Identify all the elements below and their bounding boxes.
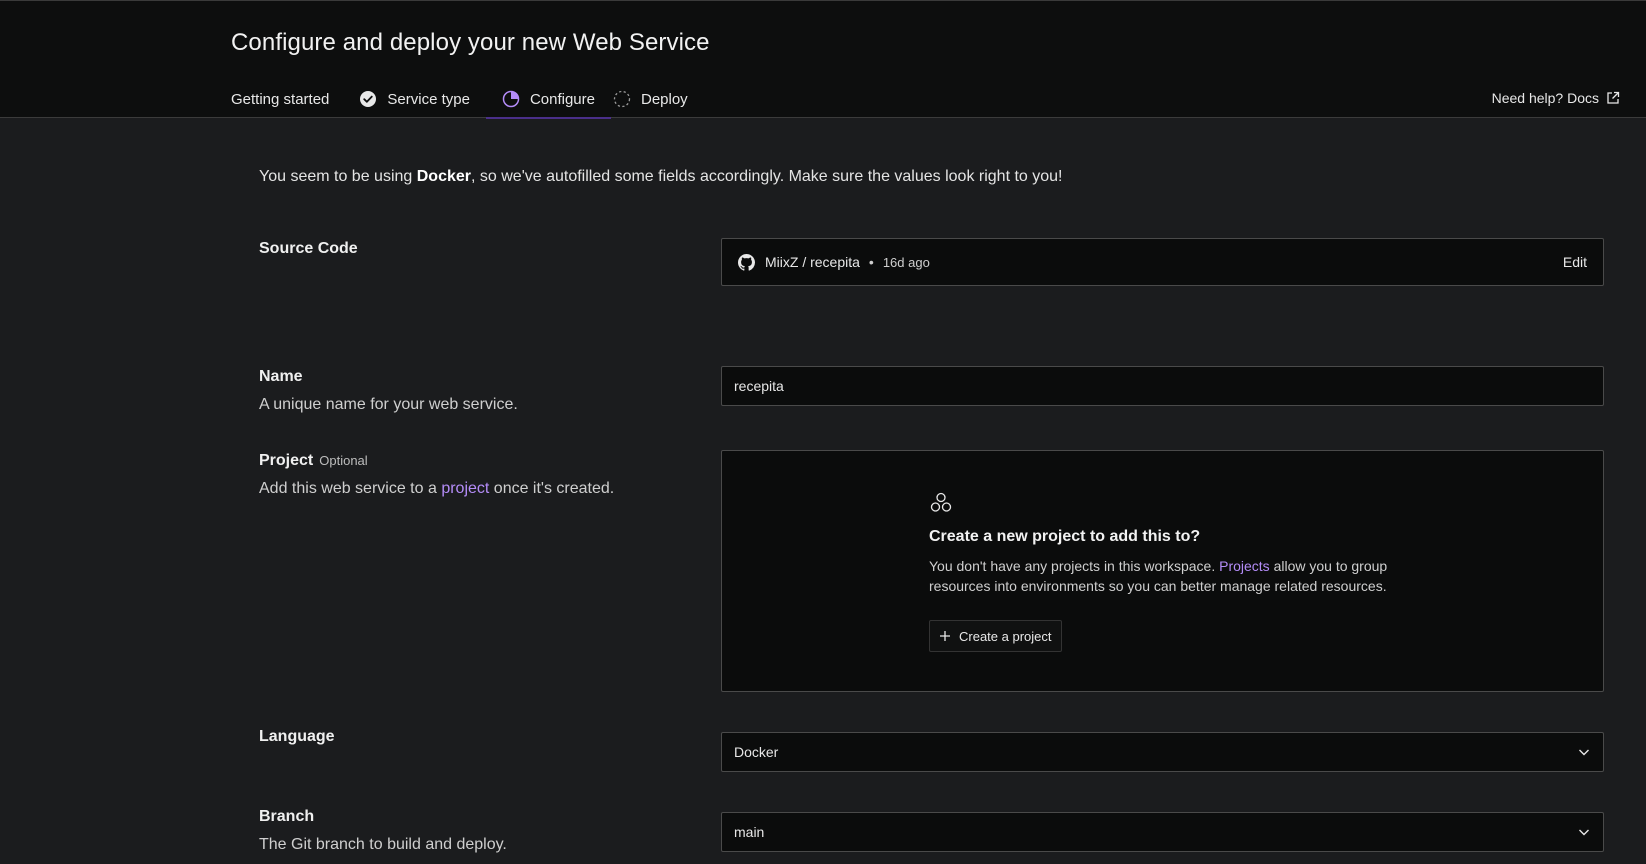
- project-desc-prefix: Add this web service to a: [259, 480, 442, 497]
- name-label: Name: [259, 368, 303, 385]
- plus-icon: [940, 631, 950, 641]
- branch-select[interactable]: main: [721, 812, 1604, 852]
- project-nodes-icon: [930, 492, 952, 512]
- separator-dot: •: [868, 254, 874, 270]
- half-circle-icon: [502, 90, 520, 108]
- external-link-icon: [1607, 91, 1620, 104]
- name-value: recepita: [734, 378, 784, 394]
- notice-prefix: You seem to be using: [259, 168, 417, 185]
- page-title: Configure and deploy your new Web Servic…: [231, 29, 710, 56]
- docker-notice: You seem to be using Docker, so we've au…: [259, 168, 1063, 186]
- help-label: Need help? Docs: [1491, 90, 1599, 106]
- create-project-label: Create a project: [959, 628, 1052, 644]
- project-label-text: Project: [259, 452, 314, 469]
- source-code-box: MiixZ / recepita • 16d ago Edit: [721, 238, 1604, 286]
- notice-tech: Docker: [416, 168, 471, 185]
- branch-value: main: [734, 824, 765, 840]
- step-deploy[interactable]: Deploy: [611, 85, 688, 113]
- notice-suffix: , so we've autofilled some fields accord…: [471, 168, 1063, 185]
- project-link[interactable]: project: [441, 480, 489, 497]
- updated-time: 16d ago: [882, 254, 930, 270]
- branch-description: The Git branch to build and deploy.: [259, 836, 507, 853]
- empty-text-prefix: You don't have any projects in this work…: [929, 558, 1220, 574]
- chevron-down-icon: [1579, 829, 1589, 836]
- help-docs-link[interactable]: Need help? Docs: [1492, 90, 1620, 106]
- source-code-label: Source Code: [259, 240, 358, 257]
- top-header: Configure and deploy your new Web Servic…: [0, 0, 1646, 119]
- dashed-circle-icon: [613, 90, 631, 108]
- step-getting-started[interactable]: Getting started: [231, 85, 329, 113]
- step-label: Getting started: [231, 90, 330, 108]
- name-input[interactable]: recepita: [721, 366, 1604, 406]
- chevron-down-icon: [1579, 749, 1589, 756]
- branch-label: Branch: [259, 808, 315, 825]
- github-icon: [738, 253, 755, 271]
- language-select[interactable]: Docker: [721, 732, 1604, 772]
- project-description: Add this web service to a project once i…: [259, 480, 614, 498]
- repo-name[interactable]: MiixZ / recepita: [765, 254, 860, 270]
- project-empty-state: Create a new project to add this to? You…: [721, 450, 1604, 692]
- project-desc-suffix: once it's created.: [489, 480, 615, 497]
- create-project-button[interactable]: Create a project: [929, 620, 1062, 652]
- step-label: Configure: [529, 90, 595, 108]
- stepper: Getting started Service type Configure D…: [231, 85, 688, 119]
- language-value: Docker: [734, 744, 779, 760]
- projects-link[interactable]: Projects: [1219, 558, 1270, 574]
- check-circle-icon: [360, 91, 377, 107]
- step-label: Deploy: [640, 90, 688, 108]
- step-configure[interactable]: Configure: [485, 85, 612, 119]
- project-label: Project Optional: [259, 452, 368, 470]
- project-empty-title: Create a new project to add this to?: [929, 528, 1201, 545]
- optional-tag: Optional: [319, 453, 368, 468]
- language-label: Language: [259, 728, 335, 745]
- edit-source-button[interactable]: Edit: [1563, 254, 1587, 270]
- name-description: A unique name for your web service.: [259, 396, 518, 413]
- step-service-type[interactable]: Service type: [359, 85, 470, 113]
- project-empty-content: Create a new project to add this to? You…: [929, 491, 1399, 652]
- project-empty-text: You don't have any projects in this work…: [929, 556, 1399, 596]
- step-label: Service type: [387, 90, 470, 108]
